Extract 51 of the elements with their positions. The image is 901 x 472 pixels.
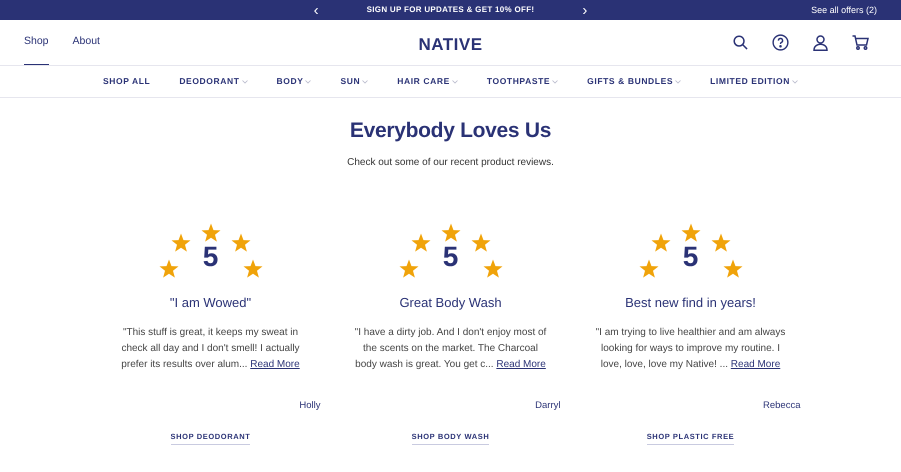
star-icon xyxy=(650,233,670,254)
star-icon xyxy=(230,233,250,254)
star-icon xyxy=(170,233,190,254)
section-title: Everybody Loves Us xyxy=(350,118,552,144)
help-icon[interactable] xyxy=(772,34,789,51)
nav-link[interactable]: LIMITED EDITION xyxy=(710,75,790,88)
search-icon[interactable] xyxy=(733,35,748,50)
review-text: "I have a dirty job. And I don't enjoy most of the scents on the market. The Charcoal body wash is great. You get c... Read More xyxy=(354,326,548,372)
star-icon xyxy=(242,259,262,280)
read-more-link[interactable]: Read More xyxy=(496,358,546,370)
read-more-link[interactable]: Read More xyxy=(730,358,780,370)
account-icon[interactable] xyxy=(813,34,828,50)
cart-icon[interactable] xyxy=(852,35,869,50)
read-more-link[interactable]: Read More xyxy=(250,358,300,370)
review-title: Best new find in years! xyxy=(625,294,756,312)
header-link[interactable]: About xyxy=(72,20,100,65)
star-icon xyxy=(680,223,700,244)
star-icon xyxy=(440,223,460,244)
star-icon xyxy=(410,233,430,254)
star-icon xyxy=(200,223,220,244)
star-icon xyxy=(638,259,658,280)
star-icon xyxy=(710,233,730,254)
review-title: Great Body Wash xyxy=(399,294,502,312)
header-link[interactable]: Shop xyxy=(24,20,49,65)
logo[interactable]: NATIVE xyxy=(418,32,483,58)
section-subtitle: Check out some of our recent product reviews. xyxy=(347,157,554,168)
review-author: Darryl xyxy=(535,398,560,413)
review-title: "I am Wowed" xyxy=(170,294,252,312)
review-author: Holly xyxy=(299,398,320,413)
nav-link[interactable]: TOOTHPASTE xyxy=(486,75,550,88)
review-text: "I am trying to live healthier and am always looking for ways to improve my routine. I love, love, love my Native! ... Read More xyxy=(594,326,786,372)
nav-link[interactable]: BODY xyxy=(276,75,304,88)
nav-link[interactable]: SHOP ALL xyxy=(103,75,150,88)
star-icon xyxy=(722,259,742,280)
review-text: "This stuff is great, it keeps my sweat in check all day and I don't smell! I actually prefer its results over alum... Read More xyxy=(120,326,301,372)
rating-score: 5 xyxy=(442,243,458,272)
promo-message: SIGN UP FOR UPDATES & GET 10% OFF! xyxy=(366,4,534,16)
nav-link[interactable]: HAIR CARE xyxy=(397,75,450,88)
star-icon xyxy=(398,259,418,280)
nav-link[interactable]: DEODORANT xyxy=(179,75,240,88)
next-button[interactable]: › xyxy=(582,2,588,18)
rating-score: 5 xyxy=(682,243,698,272)
nav-link[interactable]: GIFTS & BUNDLES xyxy=(587,75,674,88)
rating-score: 5 xyxy=(202,243,218,272)
offers-link[interactable]: See all offers (2) xyxy=(811,4,877,18)
previous-button[interactable]: ‹ xyxy=(314,2,319,18)
star-icon xyxy=(470,233,490,254)
review-author: Rebecca xyxy=(763,398,800,413)
star-icon xyxy=(482,259,502,280)
nav-link[interactable]: SUN xyxy=(340,75,360,88)
star-icon xyxy=(158,259,178,280)
